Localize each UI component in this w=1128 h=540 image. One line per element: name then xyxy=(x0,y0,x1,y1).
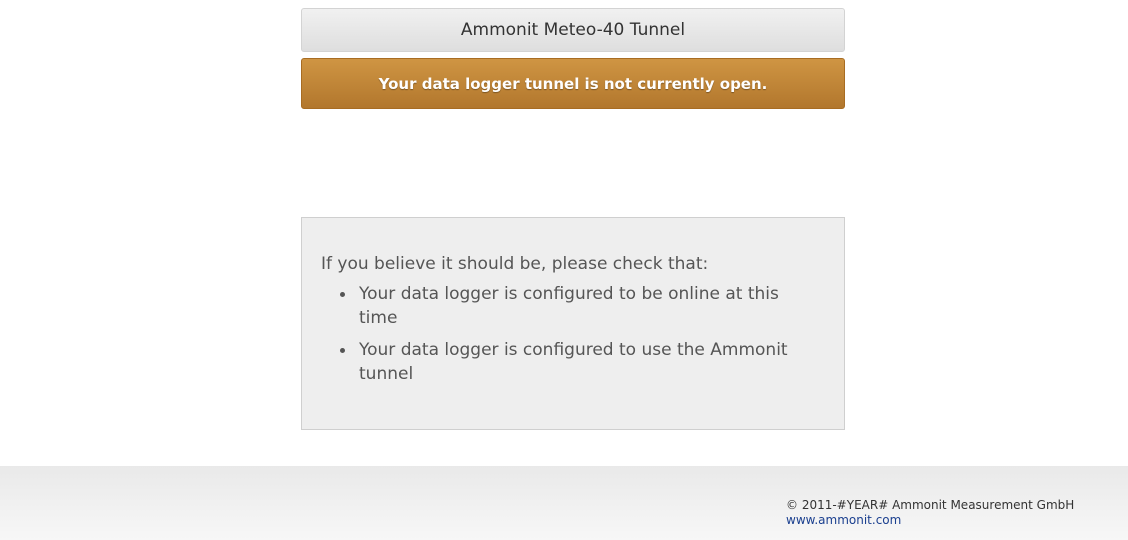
page-title-bar: Ammonit Meteo-40 Tunnel xyxy=(301,8,845,52)
troubleshooting-intro: If you believe it should be, please chec… xyxy=(321,254,709,274)
website-link[interactable]: www.ammonit.com xyxy=(786,513,1074,528)
list-item: Your data logger is configured to use th… xyxy=(321,338,826,386)
list-item: Your data logger is configured to be onl… xyxy=(321,282,826,330)
list-item-text: Your data logger is configured to use th… xyxy=(359,340,788,384)
alert-message: Your data logger tunnel is not currently… xyxy=(378,74,768,93)
list-item-text: Your data logger is configured to be onl… xyxy=(359,284,779,328)
bullet-icon xyxy=(340,348,345,353)
footer-info: © 2011-#YEAR# Ammonit Measurement GmbH w… xyxy=(786,498,1074,528)
tunnel-status-alert: Your data logger tunnel is not currently… xyxy=(301,58,845,109)
troubleshooting-panel: If you believe it should be, please chec… xyxy=(301,217,845,430)
page-title: Ammonit Meteo-40 Tunnel xyxy=(460,20,686,40)
troubleshooting-list: Your data logger is configured to be onl… xyxy=(321,282,826,386)
bullet-icon xyxy=(340,292,345,297)
copyright-text: © 2011-#YEAR# Ammonit Measurement GmbH xyxy=(786,498,1075,512)
footer: © 2011-#YEAR# Ammonit Measurement GmbH w… xyxy=(0,466,1128,540)
